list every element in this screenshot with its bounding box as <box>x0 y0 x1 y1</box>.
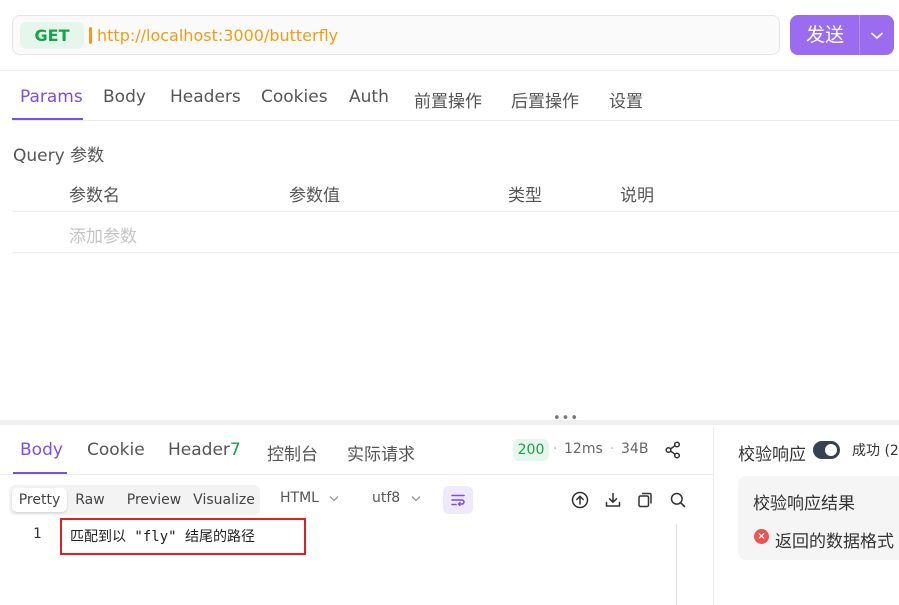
wrap-lines-button[interactable] <box>443 486 473 514</box>
format-select[interactable]: HTML <box>280 490 339 506</box>
response-tab-cookie[interactable]: Cookie <box>87 440 145 460</box>
encoding-select[interactable]: utf8 <box>372 490 421 506</box>
meta-separator: · <box>610 441 615 457</box>
status-badge: 200 <box>513 439 549 461</box>
column-header-name: 参数名 <box>69 186 120 206</box>
validation-result-title: 校验响应结果 <box>753 494 855 514</box>
table-divider <box>12 252 899 253</box>
query-params-title: Query 参数 <box>13 146 105 166</box>
panel-divider <box>713 426 714 605</box>
search-icon[interactable] <box>669 491 687 509</box>
validation-status-text: 成功 (2 <box>852 443 899 459</box>
response-tab-console[interactable]: 控制台 <box>267 440 318 465</box>
tab-post-request[interactable]: 后置操作 <box>511 87 579 112</box>
response-size: 34B <box>621 441 649 457</box>
tab-auth[interactable]: Auth <box>349 87 389 107</box>
url-input[interactable]: http://localhost:3000/butterfly <box>97 26 338 45</box>
code-line[interactable]: 匹配到以 "fly" 结尾的路径 <box>70 526 255 546</box>
encoding-select-value: utf8 <box>372 490 401 506</box>
table-divider <box>12 211 899 212</box>
divider <box>0 474 713 475</box>
send-options-button[interactable] <box>860 15 894 55</box>
meta-separator: · <box>553 441 558 457</box>
divider <box>12 120 899 121</box>
url-cursor <box>89 27 92 44</box>
header-count-badge: 7 <box>229 440 241 460</box>
share-icon[interactable] <box>664 441 682 459</box>
tab-settings[interactable]: 设置 <box>609 87 643 112</box>
copy-icon[interactable] <box>636 491 654 509</box>
tab-headers[interactable]: Headers <box>170 87 241 107</box>
view-raw-button[interactable]: Raw <box>73 489 107 511</box>
send-button-label: 发送 <box>805 24 844 46</box>
response-tab-actual-request[interactable]: 实际请求 <box>347 440 415 465</box>
column-header-description: 说明 <box>620 186 654 206</box>
chevron-down-icon <box>871 32 883 39</box>
chevron-down-icon <box>411 496 421 502</box>
chevron-down-icon <box>329 496 339 502</box>
divider <box>0 70 899 71</box>
editor-scrollbar[interactable] <box>676 524 688 605</box>
add-param-input[interactable]: 添加参数 <box>69 222 137 247</box>
validation-error-text: 返回的数据格式 <box>775 532 894 552</box>
response-tab-header[interactable]: Header7 <box>168 440 241 460</box>
response-time: 12ms <box>564 441 603 457</box>
wrap-icon <box>451 494 465 507</box>
panel-splitter[interactable] <box>0 420 899 425</box>
splitter-handle-icon[interactable]: ••• <box>553 412 579 425</box>
tab-body[interactable]: Body <box>103 87 146 107</box>
validate-response-title: 校验响应 <box>738 445 806 465</box>
response-tab-body[interactable]: Body <box>20 440 63 460</box>
tab-pre-request[interactable]: 前置操作 <box>414 87 482 112</box>
method-select[interactable]: GET <box>20 22 84 49</box>
send-button[interactable]: 发送 <box>790 15 894 55</box>
format-select-value: HTML <box>280 490 319 506</box>
view-mode-group: Pretty Raw Preview Visualize <box>9 485 260 515</box>
tab-params[interactable]: Params <box>20 87 83 107</box>
response-tab-header-label: Header <box>168 440 230 460</box>
column-header-value: 参数值 <box>289 186 340 206</box>
line-number: 1 <box>33 526 42 542</box>
tab-cookies[interactable]: Cookies <box>261 87 328 107</box>
toggle-knob <box>825 444 837 456</box>
validate-response-toggle[interactable] <box>813 441 840 459</box>
url-bar[interactable]: GET http://localhost:3000/butterfly <box>12 15 780 55</box>
view-preview-button[interactable]: Preview <box>120 489 188 511</box>
view-visualize-button[interactable]: Visualize <box>191 489 257 511</box>
view-pretty-button[interactable]: Pretty <box>12 488 67 512</box>
error-icon: × <box>754 529 769 544</box>
download-icon[interactable] <box>604 491 622 509</box>
upload-icon[interactable] <box>571 491 589 509</box>
column-header-type: 类型 <box>508 186 542 206</box>
